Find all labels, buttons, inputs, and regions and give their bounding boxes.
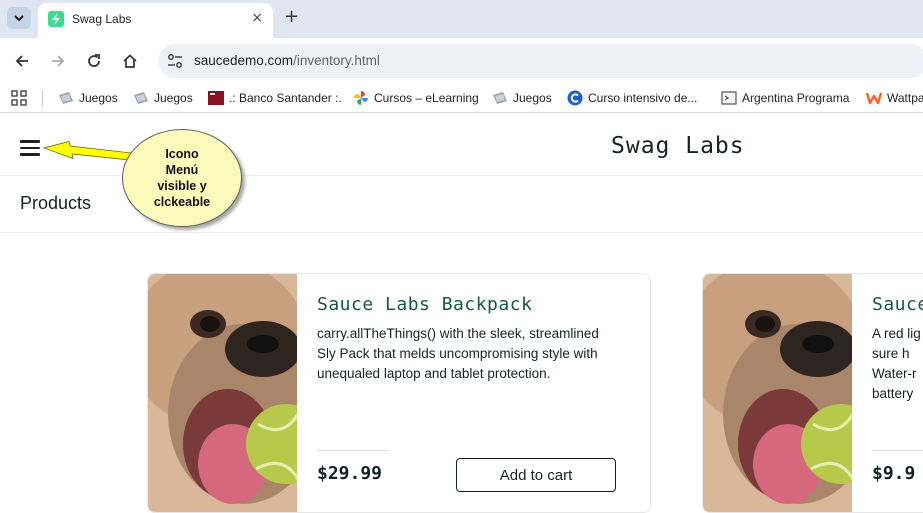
- folder-icon: [493, 92, 507, 104]
- callout-line: visible y: [157, 179, 207, 193]
- bookmark-banco-santander[interactable]: .: Banco Santander :.: [208, 90, 342, 106]
- c-logo-icon: [567, 90, 583, 106]
- callout-line: Menú: [165, 163, 199, 177]
- bookmark-cursos-elearning[interactable]: Cursos – eLearning: [353, 90, 479, 106]
- item-name-link[interactable]: Sauce Labs Backpack: [317, 294, 532, 315]
- product-image[interactable]: [148, 274, 297, 513]
- app-logo: Swag Labs: [611, 133, 745, 159]
- pinwheel-icon: [354, 91, 368, 105]
- item-price: $29.99: [317, 463, 383, 484]
- item-description: A red lig it sure h Water-r battery: [872, 326, 923, 401]
- inventory-item: Sauce A red lig it sure h Water-r batter…: [702, 273, 923, 513]
- inventory-item: Sauce Labs Backpack carry.allTheThings()…: [147, 273, 651, 513]
- bookmark-label: Cursos – eLearning: [374, 91, 479, 105]
- new-tab-icon[interactable]: +: [284, 6, 299, 27]
- hamburger-menu-icon[interactable]: [20, 140, 40, 156]
- bookmark-label: Curso intensivo de...: [588, 91, 698, 105]
- swag-labs-favicon-icon: [48, 11, 64, 27]
- bookmark-wattpad[interactable]: Wattpa: [866, 90, 923, 106]
- folder-icon: [134, 92, 148, 104]
- page-title: Products: [20, 193, 92, 213]
- callout-line: Icono: [165, 147, 199, 161]
- callout-text: Icono Menú visible y clckeable: [142, 146, 222, 210]
- apps-grid-icon[interactable]: [11, 90, 27, 106]
- tab-title: Swag Labs: [72, 12, 132, 26]
- reload-icon[interactable]: [82, 49, 106, 73]
- bookmarks-separator: [42, 90, 43, 107]
- active-tab[interactable]: Swag Labs ×: [38, 3, 273, 38]
- folder-icon: [59, 92, 73, 104]
- tab-strip: Swag Labs × +: [0, 0, 923, 38]
- price-divider: [872, 450, 923, 451]
- bookmark-label: Argentina Programa: [742, 91, 850, 105]
- bookmark-label: Wattpa: [887, 91, 923, 105]
- url-path: /inventory.html: [293, 53, 380, 68]
- product-image[interactable]: [703, 274, 852, 513]
- add-to-cart-button[interactable]: Add to cart: [456, 458, 616, 492]
- wattpad-icon: [866, 92, 882, 105]
- url-text: saucedemo.com/inventory.html: [194, 53, 380, 68]
- price-divider: [317, 450, 389, 451]
- annotation-callout: Icono Menú visible y clckeable: [122, 129, 242, 227]
- bookmark-curso-intensivo[interactable]: Curso intensivo de...: [567, 90, 697, 106]
- site-info-icon[interactable]: [166, 52, 184, 70]
- santander-icon: [208, 91, 224, 105]
- bookmarks-bar: Juegos Juegos .: Banco Santander :. Curs…: [0, 83, 923, 113]
- terminal-icon: [721, 91, 737, 105]
- forward-arrow-icon[interactable]: [46, 49, 70, 73]
- home-icon[interactable]: [118, 49, 142, 73]
- back-arrow-icon[interactable]: [10, 49, 34, 73]
- tab-search-chevron-icon[interactable]: [7, 7, 31, 29]
- bookmark-label: Juegos: [154, 91, 193, 105]
- bookmark-label: Juegos: [79, 91, 118, 105]
- bookmark-juegos-1[interactable]: Juegos: [58, 90, 118, 106]
- item-description: carry.allTheThings() with the sleek, str…: [317, 326, 599, 381]
- bookmark-juegos-2[interactable]: Juegos: [133, 90, 193, 106]
- item-name-link[interactable]: Sauce: [872, 294, 923, 315]
- tab-close-icon[interactable]: ×: [251, 10, 263, 26]
- bookmark-argentina-programa[interactable]: Argentina Programa: [721, 90, 849, 106]
- bookmark-label: Juegos: [513, 91, 552, 105]
- address-bar[interactable]: saucedemo.com/inventory.html: [158, 44, 923, 78]
- bookmark-juegos-3[interactable]: Juegos: [492, 90, 552, 106]
- callout-line: clckeable: [153, 195, 211, 209]
- url-host: saucedemo.com: [194, 53, 294, 68]
- bookmark-label: .: Banco Santander :.: [229, 91, 342, 105]
- item-price: $9.9: [872, 463, 916, 484]
